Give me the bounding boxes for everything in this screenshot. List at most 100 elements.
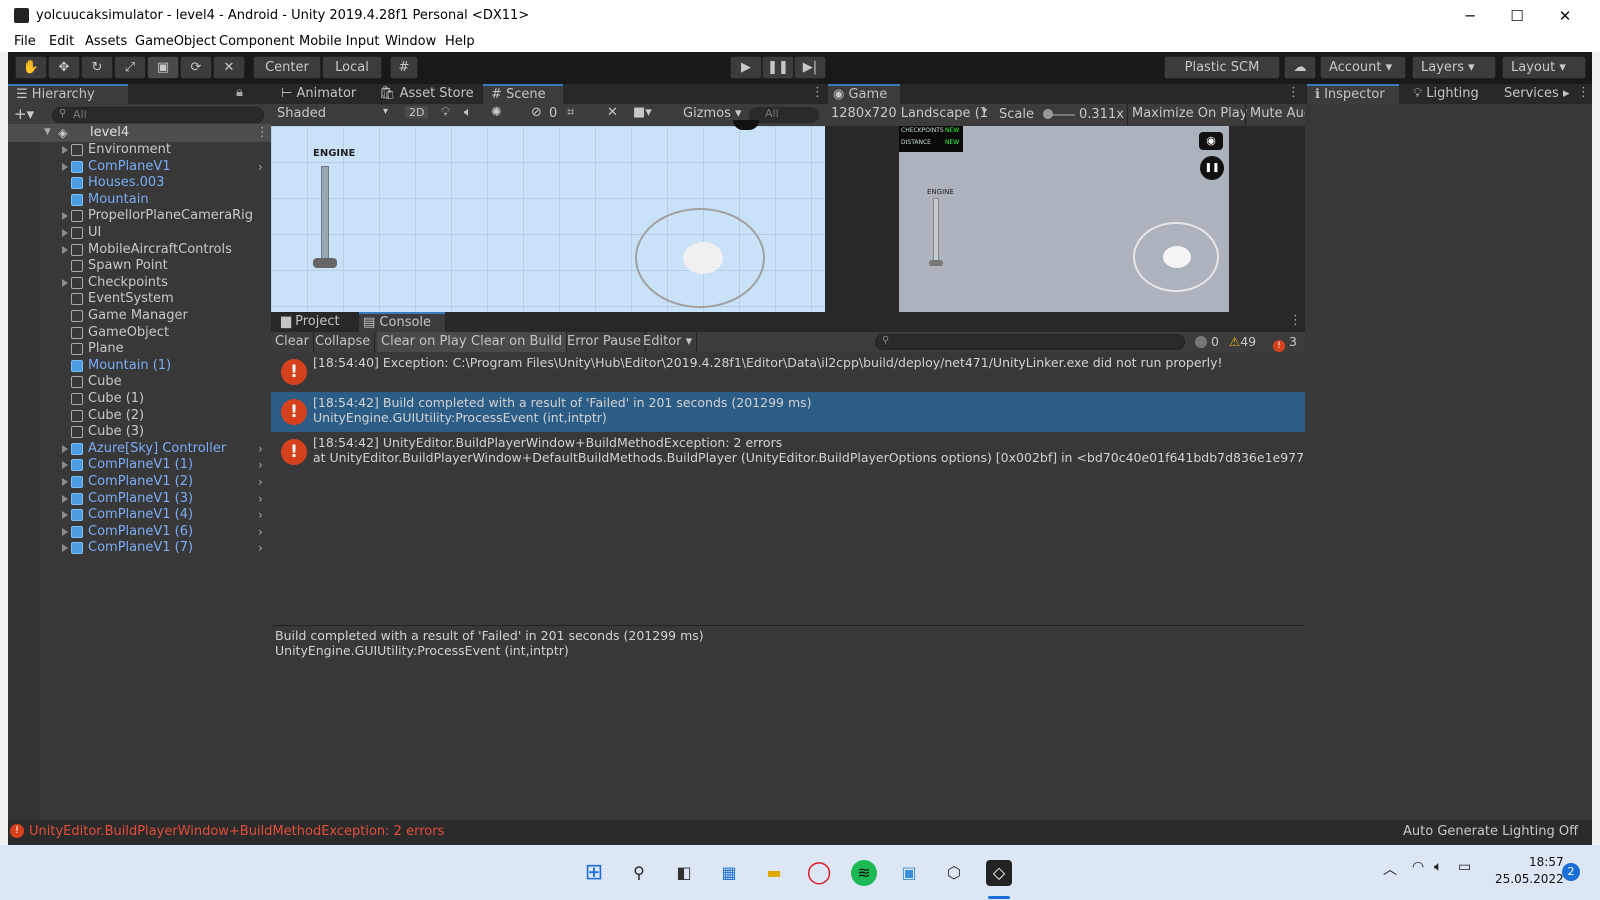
tab-inspector[interactable]: ℹ Inspector [1307,84,1399,104]
menu-window[interactable]: Window [385,34,436,49]
warning-count-toggle[interactable]: ⚠49 [1229,334,1256,349]
move-tool-icon[interactable]: ✥ [48,56,80,79]
hierarchy-item[interactable]: ComPlaneV1 (7) › [8,540,271,556]
hierarchy-item[interactable]: ComPlaneV1 (6) › [8,524,271,540]
log-entry[interactable]: ! [18:54:40] Exception: C:\Program Files… [271,352,1305,392]
tab-console[interactable]: ▤ Console [359,312,445,332]
pause-button[interactable]: ❚❚ [762,56,794,79]
rect-tool-icon[interactable]: ▣ [147,56,179,79]
create-add-icon[interactable]: +▾ [14,105,34,123]
scene-menu-icon[interactable]: ⋮ [811,85,824,100]
tab-scene[interactable]: # Scene [483,84,563,104]
clear-on-play-button[interactable]: Clear on Play [377,332,472,352]
hierarchy-item[interactable]: UI [8,225,271,241]
menu-component[interactable]: Component [219,34,294,49]
menu-gameobject[interactable]: GameObject [135,34,216,49]
scale-tool-icon[interactable]: ⤢ [114,56,146,79]
scene-viewport[interactable]: ENGINE [271,120,825,312]
gizmos-dropdown[interactable]: Gizmos ▾ [683,106,742,121]
hierarchy-item[interactable]: Mountain (1) [8,358,271,374]
tab-game[interactable]: ◉ Game [828,84,900,104]
expand-arrow-icon[interactable] [62,494,68,503]
game-viewport[interactable]: CHECKPOINTS NEW DISTANCE NEW ENGINE ◉ ❚❚ [899,126,1229,312]
notification-badge[interactable]: 2 [1562,863,1580,881]
hierarchy-item[interactable]: ComPlaneV1 (1) › [8,457,271,473]
hierarchy-item[interactable]: PropellorPlaneCameraRig [8,208,271,224]
open-prefab-chevron-icon[interactable]: › [258,524,263,540]
open-prefab-chevron-icon[interactable]: › [258,474,263,490]
lock-icon[interactable]: 🔒︎ [236,85,243,100]
resolution-dropdown[interactable]: 1280x720 Landscape (1: [831,106,989,121]
status-message[interactable]: UnityEditor.BuildPlayerWindow+BuildMetho… [29,824,444,839]
open-prefab-chevron-icon[interactable]: › [258,441,263,457]
expand-arrow-icon[interactable] [62,212,68,221]
spotify-icon[interactable]: ≋ [851,860,877,886]
hierarchy-item[interactable]: Cube (3) [8,424,271,440]
console-menu-icon[interactable]: ⋮ [1289,313,1302,328]
clear-button[interactable]: Clear [271,332,314,352]
open-prefab-chevron-icon[interactable]: › [258,159,263,175]
maximize-on-play-toggle[interactable]: Maximize On Play [1127,104,1251,126]
volume-icon[interactable]: 🔈︎ [1434,859,1442,875]
hierarchy-item[interactable]: EventSystem [8,291,271,307]
show-hidden-icons-chevron-icon[interactable]: ︿ [1383,859,1397,879]
lighting-toggle-icon[interactable]: 💡︎ [441,105,450,120]
hierarchy-item[interactable]: ComPlaneV1 (2) › [8,474,271,490]
hierarchy-item[interactable]: ComPlaneV1 (4) › [8,507,271,523]
hierarchy-item[interactable]: Spawn Point [8,258,271,274]
scene-search-input[interactable]: All [749,107,819,123]
tab-services[interactable]: Services ▸ [1504,84,1570,104]
start-icon[interactable]: ⊞ [581,860,607,886]
tab-project[interactable]: ▆ Project [281,312,340,332]
snap-icon[interactable]: # [390,56,418,79]
mute-audio-toggle[interactable]: Mute Aud [1245,104,1305,126]
task-view-icon[interactable]: ◧ [671,860,697,886]
cloud-icon[interactable]: ☁ [1284,56,1316,79]
hand-tool-icon[interactable]: ✋ [15,56,47,79]
rotate-tool-icon[interactable]: ↻ [81,56,113,79]
resolution-chevron-icon[interactable]: ▾ [982,106,987,117]
grid-toggle-icon[interactable]: ⌗ [567,105,574,120]
auto-lighting-status[interactable]: Auto Generate Lighting Off [1403,824,1578,839]
open-prefab-chevron-icon[interactable]: › [258,507,263,523]
battery-icon[interactable]: ▭ [1458,859,1471,875]
search-icon[interactable]: ⚲ [626,860,652,886]
hidden-objects-icon[interactable]: ⊘ [531,105,542,120]
wifi-icon[interactable]: ◠ [1412,859,1424,875]
2d-toggle[interactable]: 2D [405,106,429,119]
pivot-center-button[interactable]: Center [253,56,321,79]
menu-assets[interactable]: Assets [85,34,127,49]
screenshot-camera-icon[interactable]: ◉ [1199,132,1223,150]
editor-dropdown[interactable]: Editor ▾ [639,332,698,352]
hierarchy-item[interactable]: Plane [8,341,271,357]
hierarchy-item[interactable]: Azure[Sky] Controller › [8,441,271,457]
game-pause-icon[interactable]: ❚❚ [1200,156,1224,180]
expand-arrow-icon[interactable] [62,544,68,553]
hierarchy-item[interactable]: Checkpoints [8,275,271,291]
hierarchy-item[interactable]: Game Manager [8,308,271,324]
hierarchy-scene-row[interactable]: ▼ ◈ level4 ⋮ [8,124,271,142]
hierarchy-item[interactable]: Mountain [8,192,271,208]
expand-arrow-icon[interactable] [62,527,68,536]
menu-help[interactable]: Help [445,34,475,49]
widgets-icon[interactable]: ▦ [716,860,742,886]
expand-arrow-icon[interactable]: ▼ [44,127,51,137]
unity-hub-icon[interactable]: ⬡ [941,860,967,886]
log-entry[interactable]: ! [18:54:42] UnityEditor.BuildPlayerWind… [271,432,1305,472]
expand-arrow-icon[interactable] [62,511,68,520]
tab-animator[interactable]: ⊢ Animator [281,84,356,104]
log-entry-selected[interactable]: ! [18:54:42] Build completed with a resu… [271,392,1305,432]
menu-file[interactable]: File [14,34,36,49]
hierarchy-item[interactable]: Cube (2) [8,408,271,424]
hierarchy-item[interactable]: Cube (1) [8,391,271,407]
effects-toggle-icon[interactable]: ✺ [491,105,502,120]
open-prefab-chevron-icon[interactable]: › [258,457,263,473]
expand-arrow-icon[interactable] [62,461,68,470]
expand-arrow-icon[interactable] [62,478,68,486]
scale-slider-handle[interactable] [1043,109,1053,119]
photos-icon[interactable]: ▣ [896,860,922,886]
console-search-input[interactable]: ⚲ [875,334,1185,350]
maximize-button[interactable]: ☐ [1494,0,1540,32]
game-menu-icon[interactable]: ⋮ [1287,85,1300,100]
tab-asset-store[interactable]: 🛍︎ Asset Store [379,84,474,104]
